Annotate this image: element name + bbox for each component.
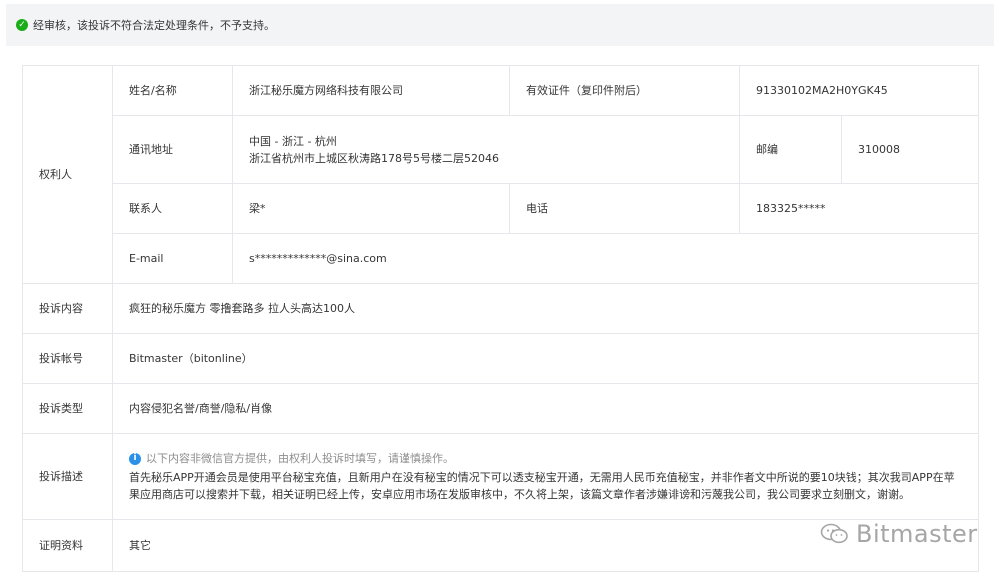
account-value: Bitmaster（bitonline） (111, 333, 980, 384)
table-row: 投诉类型 内容侵犯名誉/商誉/隐私/肖像 (22, 383, 980, 434)
table-row: 权利人 姓名/名称 浙江秘乐魔方网络科技有限公司 有效证件（复印件附后） 913… (22, 65, 980, 284)
check-circle-icon: ✓ (16, 19, 28, 31)
name-label: 姓名/名称 (112, 65, 233, 116)
description-text: 首先秘乐APP开通会员是使用平台秘宝充值，且新用户在没有秘宝的情况下可以透支秘宝… (129, 471, 955, 501)
table-row: 联系人 梁* 电话 183325***** (23, 183, 980, 234)
table-row: 通讯地址 中国 - 浙江 - 杭州 浙江省杭州市上城区秋涛路178号5号楼二层5… (23, 115, 980, 184)
watermark-text: Bitmaster (856, 520, 978, 548)
description-tip-text: 以下内容非微信官方提供，由权利人投诉时填写，请谨慎操作。 (146, 452, 454, 465)
info-icon: i (129, 452, 141, 465)
table-row: E-mail s*************@sina.com (23, 233, 980, 284)
account-label: 投诉帐号 (22, 333, 113, 384)
description-label: 投诉描述 (22, 433, 113, 520)
notice-text: 经审核，该投诉不符合法定处理条件，不予支持。 (33, 19, 275, 32)
description-tip: i 以下内容非微信官方提供，由权利人投诉时填写，请谨慎操作。 (129, 450, 962, 467)
table-row: 投诉帐号 Bitmaster（bitonline） (22, 333, 980, 384)
watermark: Bitmaster (820, 520, 978, 548)
cert-value: 91330102MA2H0YGK45 (738, 65, 980, 116)
address-line-2: 浙江省杭州市上城区秋涛路178号5号楼二层52046 (249, 151, 499, 165)
wechat-icon (820, 523, 848, 544)
content-label: 投诉内容 (22, 283, 113, 334)
phone-label: 电话 (509, 183, 740, 234)
postcode-label: 邮编 (739, 115, 842, 184)
rights-holder-label: 权利人 (22, 65, 113, 284)
cert-label: 有效证件（复印件附后） (509, 65, 740, 116)
type-label: 投诉类型 (22, 383, 113, 434)
email-value: s*************@sina.com (231, 233, 980, 284)
postcode-value: 310008 (840, 115, 980, 184)
proof-label: 证明资料 (22, 519, 113, 572)
email-label: E-mail (112, 233, 233, 284)
complaint-detail-table: 权利人 姓名/名称 浙江秘乐魔方网络科技有限公司 有效证件（复印件附后） 913… (22, 65, 980, 572)
contact-label: 联系人 (112, 183, 233, 234)
address-value: 中国 - 浙江 - 杭州 浙江省杭州市上城区秋涛路178号5号楼二层52046 (232, 115, 740, 184)
type-value: 内容侵犯名誉/商誉/隐私/肖像 (111, 383, 980, 434)
description-cell: i 以下内容非微信官方提供，由权利人投诉时填写，请谨慎操作。 首先秘乐APP开通… (111, 433, 980, 520)
table-row: 投诉内容 疯狂的秘乐魔方 零撸套路多 拉人头高达100人 (22, 283, 980, 334)
name-value: 浙江秘乐魔方网络科技有限公司 (232, 65, 510, 116)
address-line-1: 中国 - 浙江 - 杭州 (249, 134, 337, 148)
address-label: 通讯地址 (112, 115, 233, 184)
content-value: 疯狂的秘乐魔方 零撸套路多 拉人头高达100人 (111, 283, 980, 334)
phone-value: 183325***** (738, 183, 980, 234)
table-row: 投诉描述 i 以下内容非微信官方提供，由权利人投诉时填写，请谨慎操作。 首先秘乐… (22, 433, 980, 520)
contact-value: 梁* (232, 183, 510, 234)
review-notice: ✓ 经审核，该投诉不符合法定处理条件，不予支持。 (6, 4, 994, 46)
